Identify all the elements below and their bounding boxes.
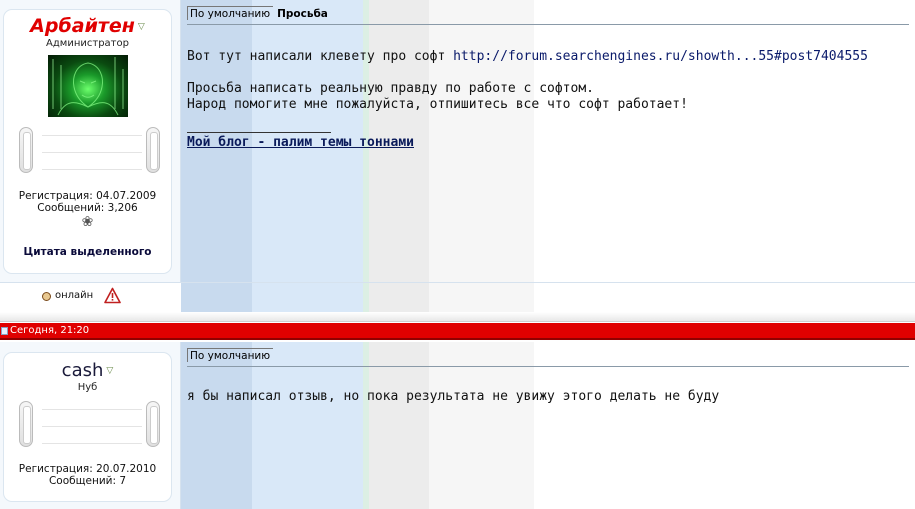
post-1-line-3: Народ помогите мне пожалуйста, отпишитес…: [187, 97, 688, 112]
warning-triangle-icon[interactable]: [104, 287, 121, 307]
post-2-header: По умолчанию: [187, 348, 909, 367]
quote-selected-link[interactable]: Цитата выделенного: [4, 246, 171, 258]
background-band: [429, 283, 534, 313]
post-1-line-2: Просьба написать реальную правду по рабо…: [187, 81, 594, 96]
post-1-messages: Сообщений: 3,206: [37, 202, 138, 214]
post-1-username[interactable]: Арбайтен: [30, 15, 135, 37]
post-1-userinfo: Арбайтен ▽ Администратор Регистрация: 04…: [0, 0, 181, 312]
post-2-registration: Регистрация: 20.07.2010: [18, 463, 157, 475]
post-separator: [0, 312, 915, 322]
background-band: [369, 283, 429, 313]
post-1-avatar[interactable]: [47, 55, 128, 117]
post-1: Арбайтен ▽ Администратор Регистрация: 04…: [0, 0, 915, 313]
post-2-date-bar: Сегодня, 21:20: [0, 323, 915, 340]
reputation-divider: [42, 152, 142, 153]
online-status-label: онлайн: [55, 290, 94, 301]
post-date-icon: [1, 327, 8, 335]
reputation-bar-right-icon: [146, 401, 160, 447]
post-1-footer-right: [181, 283, 915, 313]
post-1-username-row[interactable]: Арбайтен ▽: [4, 15, 171, 37]
reputation-divider: [42, 426, 142, 427]
post-1-content: По умолчанию Просьба Вот тут написали кле…: [181, 0, 915, 150]
post-1-header-rule: [187, 24, 909, 25]
reputation-divider: [42, 443, 142, 444]
post-2-messages: Сообщений: 7: [48, 475, 127, 487]
background-band: [252, 283, 363, 313]
flower-icon: ❀: [81, 214, 94, 230]
post-2-date: Сегодня, 21:20: [10, 325, 90, 336]
reputation-divider: [42, 135, 142, 136]
reputation-bar-right-icon: [146, 127, 160, 173]
post-1-footer-left: онлайн: [0, 283, 181, 312]
post-2-userstats: Регистрация: 20.07.2010 Сообщений: 7: [4, 463, 171, 487]
post-2-header-rule: [187, 366, 909, 367]
post-1-body: По умолчанию Просьба Вот тут написали кле…: [181, 0, 915, 312]
post-2-reputation-widget: [4, 397, 171, 455]
post-2-username[interactable]: cash: [62, 360, 104, 381]
post-2-content: По умолчанию я бы написал отзыв, но пока…: [181, 342, 915, 405]
post-1-footer: онлайн: [0, 282, 915, 313]
post-2-usercard: cash ▽ Нуб Регистрация: 20.07.2010 Сообще…: [3, 352, 172, 502]
signature-blog-link[interactable]: Мой блог - палим темы тоннами: [187, 135, 414, 150]
post-1-usercard: Арбайтен ▽ Администратор Регистрация: 04…: [3, 9, 172, 274]
reputation-bar-left-icon: [19, 401, 33, 447]
post-1-header-tag: По умолчанию: [187, 6, 274, 20]
post-1-blank-line: [187, 65, 909, 81]
post-2-username-row[interactable]: cash ▽: [4, 360, 171, 381]
post-1-header: По умолчанию Просьба: [187, 6, 909, 25]
post-2-body: По умолчанию я бы написал отзыв, но пока…: [181, 342, 915, 509]
post-2-user-title: Нуб: [77, 382, 98, 393]
post-2-text: я бы написал отзыв, но пока результата н…: [187, 389, 720, 404]
post-1-user-title: Администратор: [46, 38, 129, 49]
user-menu-arrow-icon[interactable]: ▽: [138, 22, 145, 32]
post-1-registration: Регистрация: 04.07.2009: [18, 190, 157, 202]
post-1-reputation-widget: [4, 123, 171, 181]
post-2: cash ▽ Нуб Регистрация: 20.07.2010 Сообще…: [0, 342, 915, 509]
post-1-userstats: Регистрация: 04.07.2009 Сообщений: 3,206…: [4, 190, 171, 229]
post-1-text: Вот тут написали клевету про софт http:/…: [187, 49, 909, 113]
reputation-divider: [42, 409, 142, 410]
post-1-line-1-text: Вот тут написали клевету про софт: [187, 49, 454, 64]
reputation-bar-left-icon: [19, 127, 33, 173]
status-dot-icon: [42, 292, 51, 301]
signature-divider: [187, 132, 331, 133]
post-1-title: Просьба: [277, 8, 328, 20]
reputation-divider: [42, 169, 142, 170]
post-1-line-1: Вот тут написали клевету про софт http:/…: [187, 49, 909, 65]
post-2-userinfo: cash ▽ Нуб Регистрация: 20.07.2010 Сообще…: [0, 342, 181, 509]
background-band: [181, 283, 252, 313]
user-menu-arrow-icon[interactable]: ▽: [106, 366, 113, 376]
background-band: [534, 283, 915, 313]
post-2-header-tag: По умолчанию: [187, 348, 274, 362]
post-1-thread-link[interactable]: http://forum.searchengines.ru/showth...5…: [453, 49, 868, 64]
